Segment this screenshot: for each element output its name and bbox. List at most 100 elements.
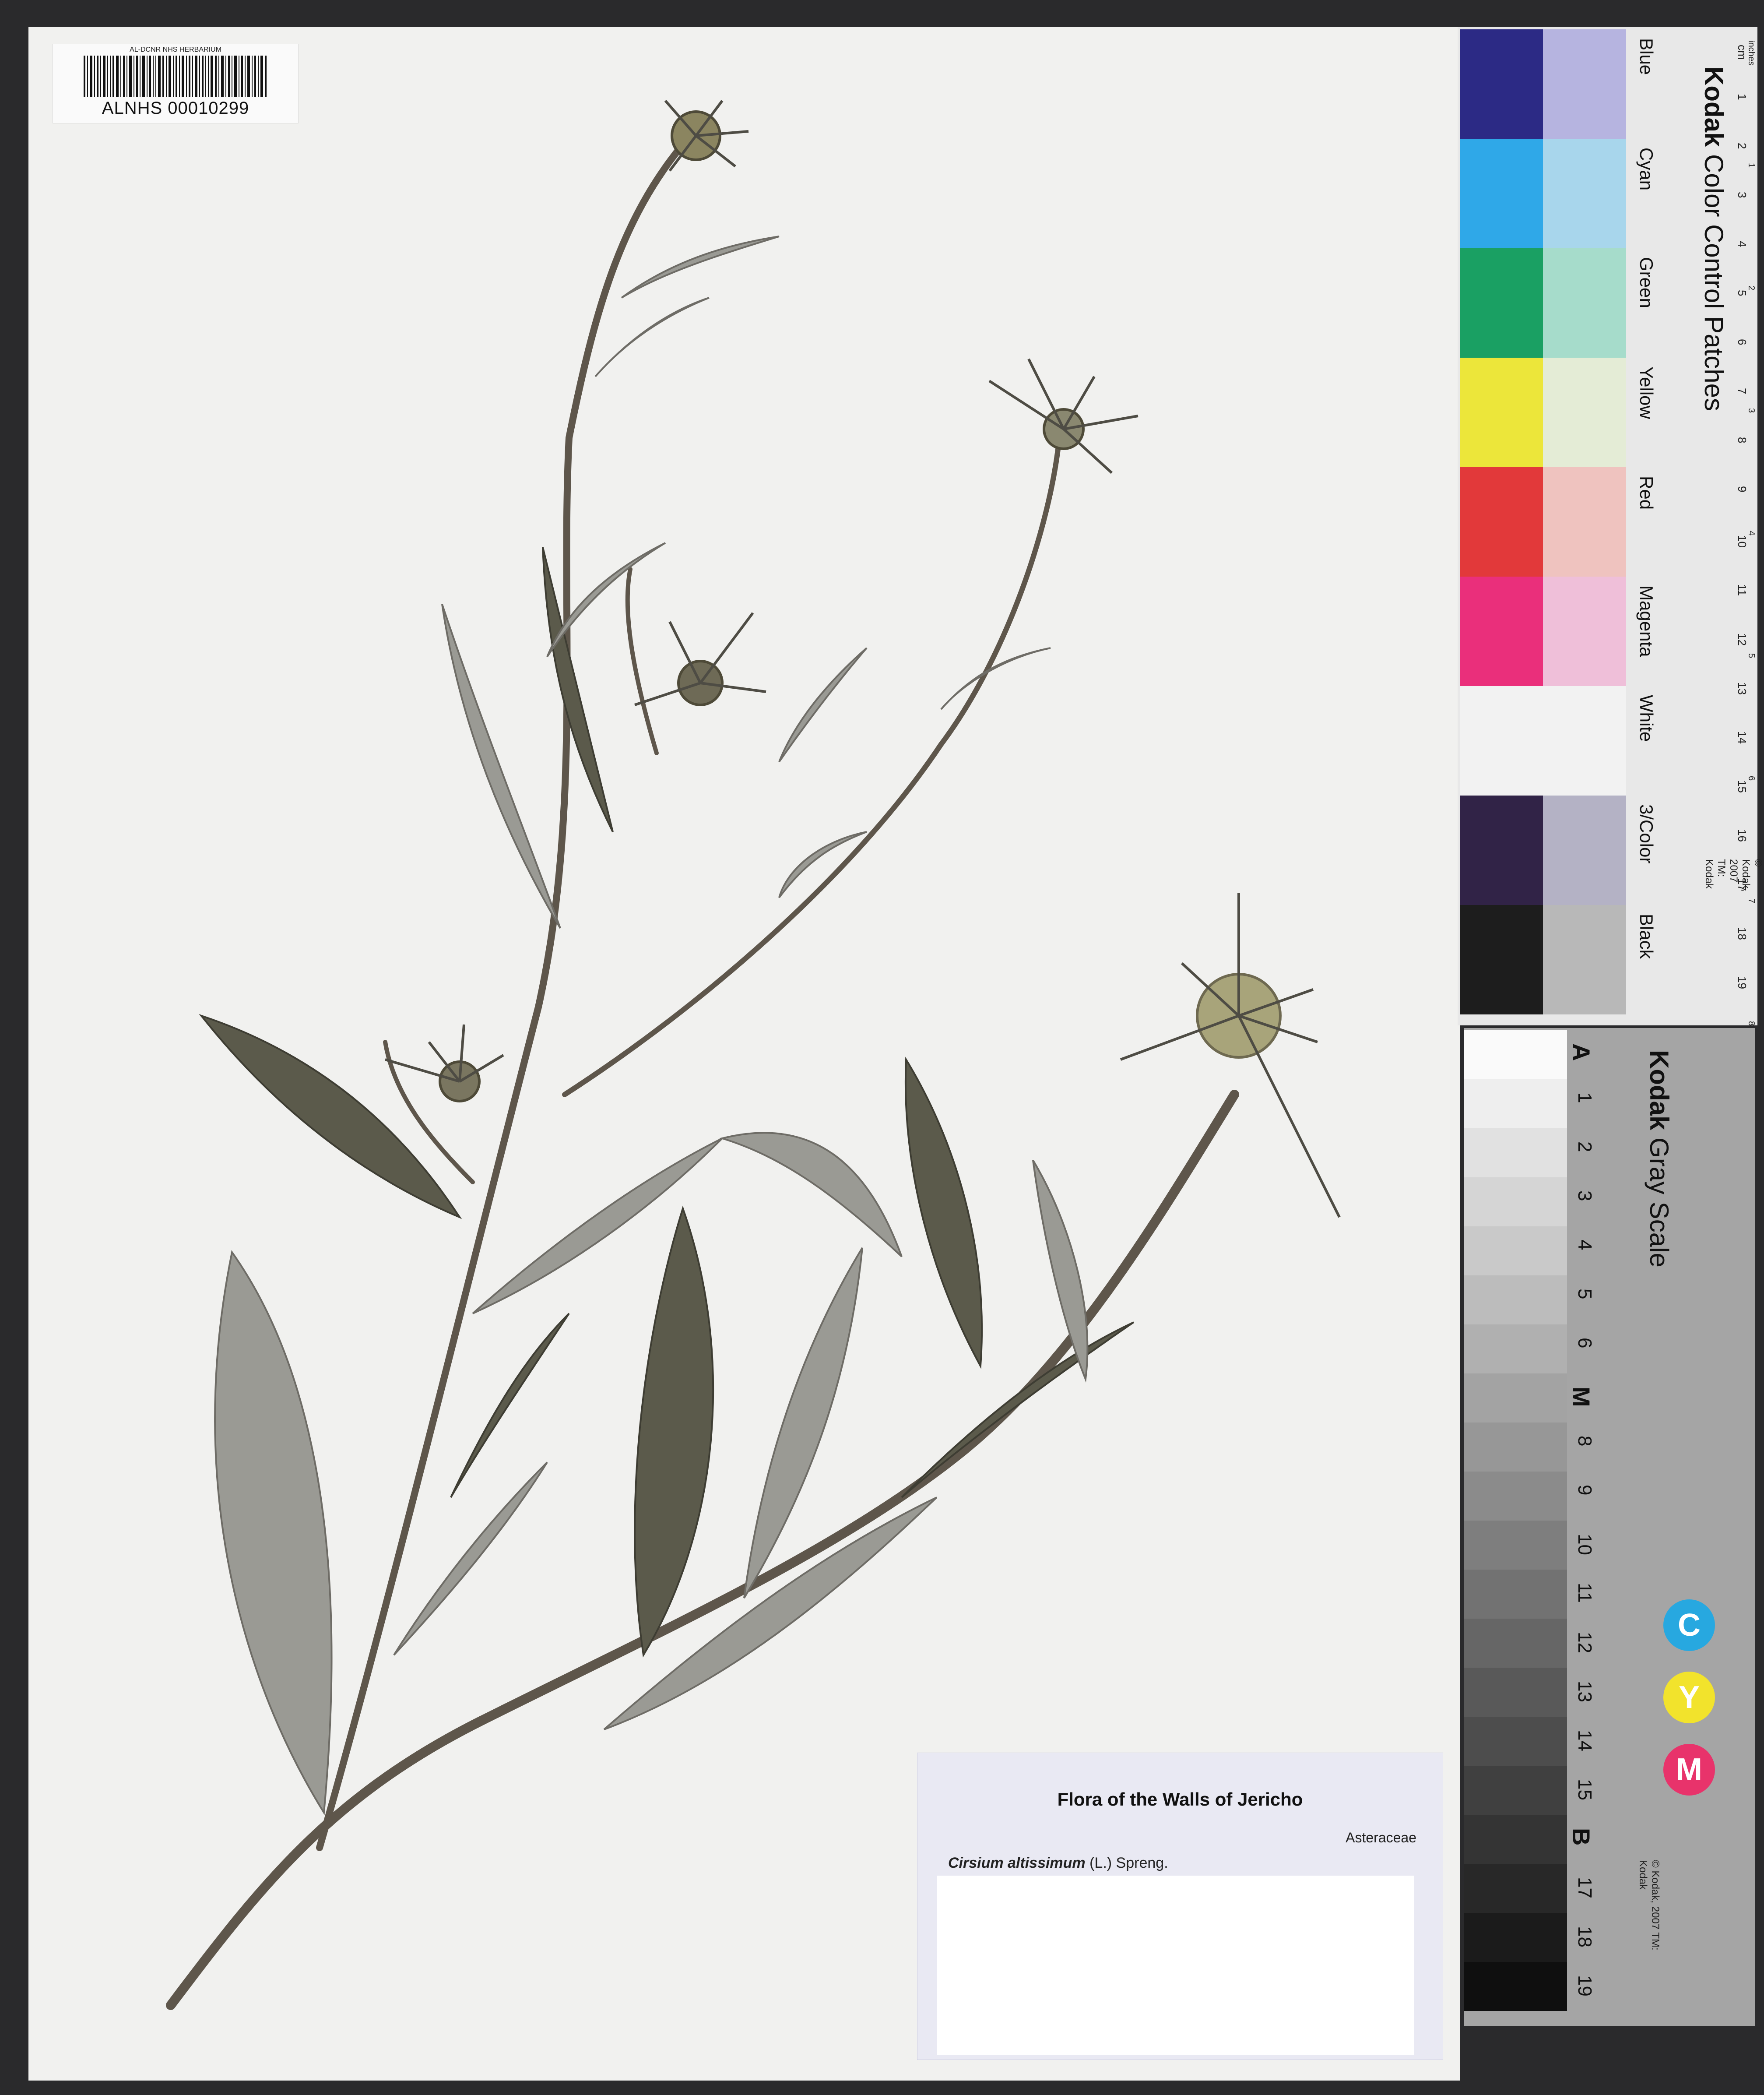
color-patch-black-light — [1543, 905, 1626, 1014]
label-family: Asteraceae — [1346, 1830, 1416, 1845]
color-patch-label: Yellow — [1636, 366, 1657, 419]
gray-step-label: 13 — [1574, 1681, 1595, 1702]
gray-step — [1464, 1030, 1567, 1079]
ruler-cm-label: 6 — [1736, 339, 1749, 345]
color-patch-red-light — [1543, 467, 1626, 577]
gray-step-label: M — [1567, 1387, 1595, 1407]
ruler-cm-label: 14 — [1736, 731, 1749, 744]
color-patch-cyan-light — [1543, 139, 1626, 248]
label-title: Flora of the Walls of Jericho — [1057, 1789, 1303, 1810]
color-patch-yellow-dark — [1460, 358, 1543, 467]
label-blank-area — [937, 1876, 1414, 2055]
color-chart-brand: Kodak — [1699, 67, 1729, 147]
color-patch-white-light — [1543, 686, 1626, 796]
color-patch-blue-light — [1543, 29, 1626, 139]
gray-step-label: 9 — [1574, 1485, 1595, 1496]
cym-dot-m: M — [1663, 1744, 1715, 1796]
gray-step-label: 8 — [1574, 1436, 1595, 1447]
ruler-cm-label: 8 — [1736, 437, 1749, 444]
ruler-inch-label: 6 — [1746, 776, 1756, 781]
gray-step — [1464, 1472, 1567, 1521]
ruler-cm-label: 4 — [1736, 241, 1749, 247]
gray-step — [1464, 1324, 1567, 1373]
leaf — [441, 604, 561, 929]
gray-step — [1464, 1570, 1567, 1619]
ruler-cm-label: 11 — [1736, 584, 1749, 596]
ruler-inch-label: 8 — [1746, 1021, 1756, 1026]
ruler-inch-label: 4 — [1746, 531, 1756, 536]
gray-step-label: 18 — [1574, 1926, 1595, 1947]
color-patch-cyan-dark — [1460, 139, 1543, 248]
ruler-cm-label: 16 — [1736, 829, 1749, 842]
leaf — [904, 1056, 983, 1369]
leaf — [594, 297, 710, 377]
gray-step-label: 19 — [1574, 1975, 1595, 1996]
ruler-inch-label: inches — [1746, 40, 1756, 66]
color-patch-label: Blue — [1636, 38, 1657, 75]
gray-step — [1464, 1717, 1567, 1766]
gray-step — [1464, 1177, 1567, 1226]
color-patch-label: Magenta — [1636, 585, 1657, 657]
gray-step-label: 1 — [1574, 1092, 1595, 1103]
gray-step — [1464, 1521, 1567, 1570]
gray-step — [1464, 1422, 1567, 1472]
color-patch-magenta-light — [1543, 577, 1626, 686]
gray-step — [1464, 1275, 1567, 1324]
ruler-inch-label: 7 — [1746, 898, 1756, 904]
color-patch-label: Black — [1636, 914, 1657, 959]
ruler-cm-label: 19 — [1736, 976, 1749, 989]
leaf — [743, 1247, 863, 1599]
gray-step-label: B — [1567, 1828, 1595, 1846]
ruler-cm-label: 13 — [1736, 682, 1749, 695]
gray-chart-brand: Kodak — [1645, 1050, 1674, 1130]
leaf — [214, 1250, 333, 1816]
gray-step-label: 3 — [1574, 1190, 1595, 1201]
kodak-gray-scale: Kodak Gray Scale © Kodak, 2007 TM: Kodak… — [1464, 1028, 1755, 2026]
ruler-inch-label: 2 — [1746, 285, 1756, 291]
cym-dot-y: Y — [1663, 1672, 1715, 1723]
color-patch-yellow-light — [1543, 358, 1626, 467]
gray-step-label: 12 — [1574, 1632, 1595, 1653]
gray-step-label: 10 — [1574, 1534, 1595, 1555]
gray-step-label: A — [1567, 1043, 1595, 1061]
color-patch-green-light — [1543, 248, 1626, 358]
gray-step — [1464, 1668, 1567, 1717]
color-chart-title: Kodak Color Control Patches — [1699, 67, 1729, 411]
gray-step — [1464, 1079, 1567, 1128]
leaf — [199, 1014, 462, 1219]
color-patch-label: Green — [1636, 257, 1657, 308]
ruler-cm-label: 7 — [1736, 388, 1749, 394]
gray-step — [1464, 1815, 1567, 1864]
gray-chart-title-text: Gray Scale — [1645, 1137, 1674, 1268]
ruler-cm-label: 10 — [1736, 535, 1749, 548]
ruler-cm-label: 15 — [1736, 780, 1749, 793]
gray-step-label: 2 — [1574, 1141, 1595, 1152]
gray-step — [1464, 1373, 1567, 1422]
color-chart-copyright: © Kodak, 2007 TM: Kodak — [1703, 859, 1764, 892]
gray-step-label: 11 — [1574, 1583, 1595, 1603]
color-chart-title-text: Color Control Patches — [1699, 154, 1729, 411]
leaf — [621, 236, 780, 299]
gray-step-label: 17 — [1574, 1877, 1595, 1898]
ruler-cm-label: 18 — [1736, 927, 1749, 940]
color-patch-label: White — [1636, 695, 1657, 742]
color-patch-green-dark — [1460, 248, 1543, 358]
gray-step-label: 15 — [1574, 1779, 1595, 1800]
ruler-cm-label: 3 — [1736, 192, 1749, 198]
ruler-inch-label: 3 — [1746, 408, 1756, 413]
species-authority: (L.) Spreng. — [1089, 1855, 1168, 1871]
color-patch-red-dark — [1460, 467, 1543, 577]
gray-step-label: 4 — [1574, 1239, 1595, 1250]
gray-step — [1464, 1962, 1567, 2011]
gray-step — [1464, 1226, 1567, 1275]
gray-step — [1464, 1619, 1567, 1668]
species-name: Cirsium altissimum — [948, 1855, 1086, 1871]
color-patch-blue-dark — [1460, 29, 1543, 139]
gray-step — [1464, 1766, 1567, 1815]
color-patch-3-color-dark — [1460, 796, 1543, 905]
ruler-cm-label: 9 — [1736, 486, 1749, 493]
gray-step-label: 6 — [1574, 1338, 1595, 1349]
ruler-cm-label: 17 — [1736, 878, 1749, 891]
color-patch-black-dark — [1460, 905, 1543, 1014]
gray-step — [1464, 1864, 1567, 1913]
